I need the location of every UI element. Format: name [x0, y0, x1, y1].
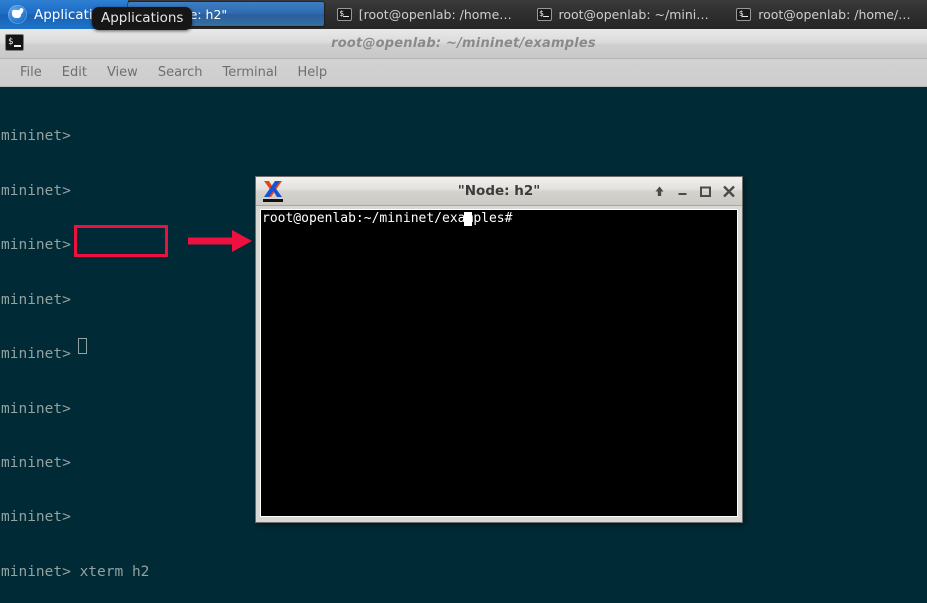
taskbar-item-root-home[interactable]: [root@openlab: /home/... [328, 2, 524, 26]
taskbar-item-root-mininet[interactable]: root@openlab: ~/minin... [528, 2, 724, 26]
xterm-minimize-button[interactable] [672, 181, 693, 202]
taskbar-item-label: root@openlab: /home/o... [758, 6, 914, 22]
applications-menu-icon [8, 5, 27, 24]
xterm-shade-button[interactable] [649, 181, 670, 202]
terminal-line: mininet> [1, 182, 71, 199]
menu-file[interactable]: File [10, 62, 52, 83]
xterm-window-controls [649, 177, 739, 206]
terminal-titlebar[interactable]: root@openlab: ~/mininet/examples [0, 29, 927, 59]
terminal-line-xterm-h2: mininet> xterm h2 [1, 563, 150, 580]
terminal-output: mininet> mininet> mininet> mininet> mini… [1, 91, 149, 603]
window-task-list: "Node: h2" [root@openlab: /home/... root… [128, 0, 927, 29]
terminal-line: mininet> [1, 291, 71, 308]
xterm-node-h2-window: "Node: h2" root@openlab:~/mininet/exampl… [255, 176, 743, 523]
menu-view[interactable]: View [97, 62, 148, 83]
xterm-shell-prompt: root@openlab:~/mininet/examples# [262, 211, 521, 226]
terminal-line: mininet> [1, 128, 71, 145]
terminal-menubar: File Edit View Search Terminal Help [0, 59, 927, 87]
terminal-window-title: root@openlab: ~/mininet/examples [331, 36, 596, 51]
terminal-line: mininet> [1, 346, 71, 363]
taskbar-item-root-home-o[interactable]: root@openlab: /home/o... [727, 2, 923, 26]
xterm-close-button[interactable] [718, 181, 739, 202]
terminal-line: mininet> [1, 509, 71, 526]
taskbar-item-label: [root@openlab: /home/... [358, 6, 515, 22]
terminal-line: mininet> [1, 455, 71, 472]
applications-tooltip: Applications [92, 7, 193, 30]
xterm-maximize-button[interactable] [695, 181, 716, 202]
taskbar-item-label: root@openlab: ~/minin... [558, 6, 715, 22]
terminal-line: mininet> [1, 400, 71, 417]
menu-search[interactable]: Search [148, 62, 213, 83]
menu-terminal[interactable]: Terminal [212, 62, 287, 83]
terminal-cursor [78, 338, 87, 354]
terminal-icon [536, 7, 552, 21]
xterm-titlebar[interactable]: "Node: h2" [256, 177, 742, 206]
xterm-cursor [464, 212, 472, 226]
terminal-icon [336, 7, 352, 21]
menu-help[interactable]: Help [287, 62, 337, 83]
terminal-icon [736, 7, 752, 21]
menu-edit[interactable]: Edit [52, 62, 97, 83]
terminal-line: mininet> [1, 237, 71, 254]
xterm-screen[interactable]: root@openlab:~/mininet/examples# [260, 209, 738, 517]
